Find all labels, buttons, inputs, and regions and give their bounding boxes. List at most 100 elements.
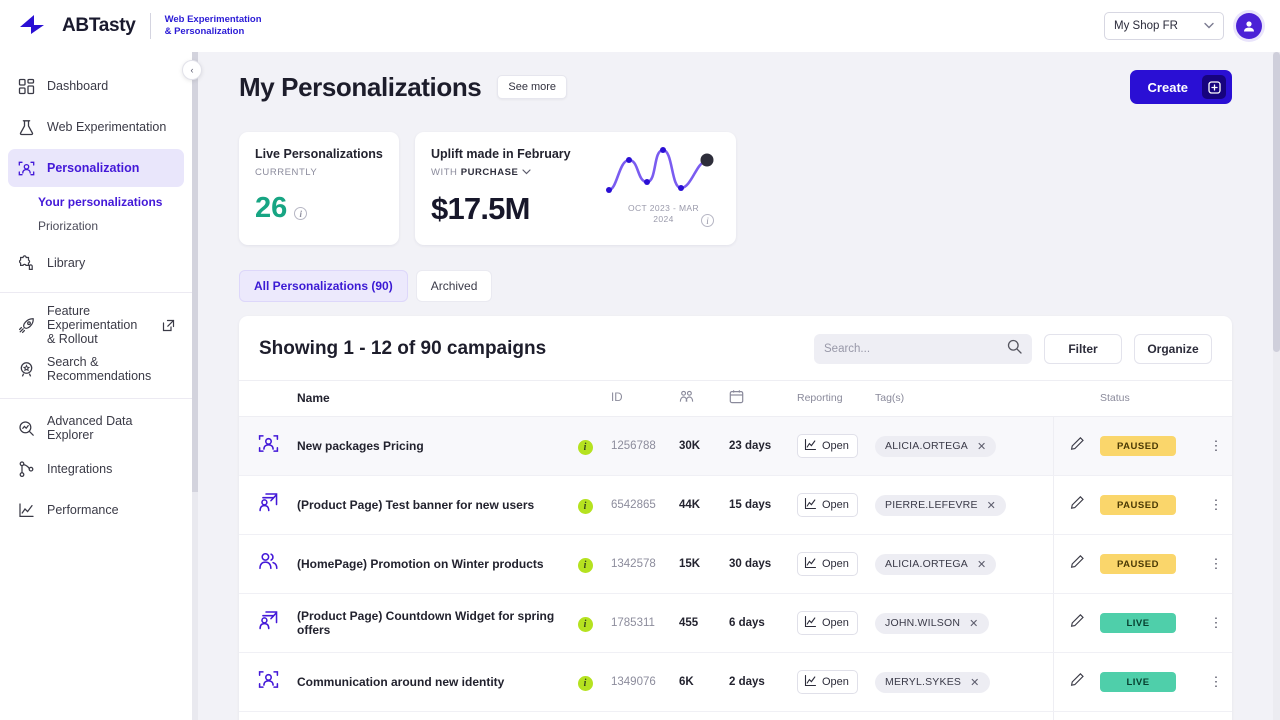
sidebar-collapse-button[interactable]: ‹ [182, 60, 202, 80]
sidebar-item-dashboard[interactable]: Dashboard [8, 67, 184, 105]
tag-chip[interactable]: PIERRE.LEFEVRE ✕ [875, 494, 1007, 516]
table-tools: Filter Organize [814, 334, 1212, 364]
search-icon[interactable] [1007, 339, 1022, 359]
close-icon[interactable]: ✕ [969, 617, 978, 630]
kebab-menu-icon[interactable]: ⋮ [1210, 438, 1223, 453]
brand-tagline-line1: Web Experimentation [164, 14, 262, 25]
tab-archived[interactable]: Archived [415, 270, 493, 302]
performance-icon [17, 501, 35, 519]
status-badge[interactable]: LIVE [1100, 672, 1176, 692]
row-reporting-cell: Open [797, 534, 875, 594]
personalization-frame-icon [258, 671, 279, 694]
tag-label: ALICIA.ORTEGA [885, 558, 968, 570]
search-box[interactable] [814, 334, 1032, 364]
table-row[interactable]: i [239, 711, 1232, 720]
row-name[interactable] [297, 711, 559, 720]
pencil-icon[interactable] [1070, 495, 1085, 514]
row-name[interactable]: (HomePage) Promotion on Winter products [297, 534, 559, 594]
brand-logo[interactable]: ABTasty Web Experimentation & Personaliz… [18, 13, 262, 40]
close-icon[interactable]: ✕ [970, 676, 979, 689]
avatar[interactable] [1236, 13, 1262, 39]
row-name[interactable]: (Product Page) Test banner for new users [297, 475, 559, 535]
search-input[interactable] [824, 343, 1007, 355]
sidebar-item-feature-experimentation[interactable]: Feature Experimentation & Rollout [8, 303, 184, 347]
status-badge[interactable]: PAUSED [1100, 495, 1176, 515]
row-type-cell [239, 711, 297, 720]
close-icon[interactable]: ✕ [977, 558, 986, 571]
col-status[interactable]: Status [1100, 380, 1200, 417]
info-badge-icon[interactable]: i [577, 499, 593, 514]
filter-button[interactable]: Filter [1044, 334, 1122, 364]
close-icon[interactable]: ✕ [987, 499, 996, 512]
table-row[interactable]: Communication around new identity i 1349… [239, 652, 1232, 712]
table-row[interactable]: (Product Page) Countdown Widget for spri… [239, 593, 1232, 653]
tab-all-personalizations[interactable]: All Personalizations (90) [239, 270, 408, 302]
sidebar-item-personalization[interactable]: Personalization [8, 149, 184, 187]
info-icon[interactable]: i [294, 207, 308, 220]
pencil-icon[interactable] [1070, 613, 1085, 632]
kebab-menu-icon[interactable]: ⋮ [1210, 497, 1223, 512]
close-icon[interactable]: ✕ [977, 440, 986, 453]
sidebar-item-label: Integrations [47, 462, 113, 476]
chevron-down-icon[interactable] [522, 167, 531, 178]
open-report-button[interactable]: Open [797, 670, 858, 694]
sidebar-item-web-experimentation[interactable]: Web Experimentation [8, 108, 184, 146]
kebab-menu-icon[interactable]: ⋮ [1210, 674, 1223, 689]
pencil-icon[interactable] [1070, 436, 1085, 455]
sidebar-item-integrations[interactable]: Integrations [8, 450, 184, 488]
table-row[interactable]: (Product Page) Test banner for new users… [239, 475, 1232, 535]
row-name[interactable]: Communication around new identity [297, 652, 559, 712]
status-badge[interactable]: LIVE [1100, 613, 1176, 633]
table-row[interactable]: New packages Pricing i 1256788 30K 23 da… [239, 416, 1232, 476]
open-report-button[interactable]: Open [797, 434, 858, 458]
row-name[interactable]: (Product Page) Countdown Widget for spri… [297, 593, 559, 653]
page-scrollbar[interactable] [1273, 52, 1280, 720]
kebab-menu-icon[interactable]: ⋮ [1210, 556, 1223, 571]
sidebar-item-performance[interactable]: Performance [8, 491, 184, 529]
external-link-icon[interactable] [162, 319, 175, 332]
live-personalizations-card: Live Personalizations CURRENTLY 26 i [239, 132, 399, 245]
shop-selector[interactable]: My Shop FR [1104, 12, 1224, 40]
sidebar-item-priorization[interactable]: Priorization [0, 214, 192, 238]
row-type-cell [239, 534, 297, 594]
sidebar-item-your-personalizations[interactable]: Your personalizations [0, 190, 192, 214]
col-duration[interactable] [729, 380, 797, 417]
kebab-menu-icon[interactable]: ⋮ [1210, 615, 1223, 630]
multi-page-user-icon [258, 611, 279, 635]
status-badge[interactable]: PAUSED [1100, 554, 1176, 574]
sidebar-item-search-recommendations[interactable]: Search & Recommendations [8, 350, 184, 388]
open-report-button[interactable]: Open [797, 552, 858, 576]
status-badge[interactable]: PAUSED [1100, 436, 1176, 456]
create-button[interactable]: Create [1129, 70, 1232, 104]
open-report-button[interactable]: Open [797, 611, 858, 635]
sidebar-item-advanced-data-explorer[interactable]: Advanced Data Explorer [8, 409, 184, 447]
organize-button[interactable]: Organize [1134, 334, 1212, 364]
pencil-icon[interactable] [1070, 672, 1085, 691]
table-row[interactable]: (HomePage) Promotion on Winter products … [239, 534, 1232, 594]
sidebar-item-library[interactable]: Library [8, 244, 184, 282]
open-report-button[interactable]: Open [797, 493, 858, 517]
info-badge-icon[interactable]: i [577, 676, 593, 691]
info-badge-icon[interactable]: i [577, 558, 593, 573]
info-badge-icon[interactable]: i [577, 617, 593, 632]
row-badge-cell: i [559, 593, 611, 653]
see-more-button[interactable]: See more [497, 75, 568, 99]
tag-chip[interactable]: MERYL.SYKES ✕ [875, 671, 990, 693]
col-id[interactable]: ID [611, 380, 679, 417]
chart-line-icon [804, 674, 817, 690]
col-tags[interactable]: Tag(s) [875, 380, 1053, 417]
open-report-label: Open [822, 440, 849, 452]
info-badge-icon[interactable]: i [577, 440, 593, 455]
tag-chip[interactable]: ALICIA.ORTEGA ✕ [875, 435, 997, 457]
pencil-icon[interactable] [1070, 554, 1085, 573]
info-icon[interactable]: i [701, 214, 714, 227]
col-reporting[interactable]: Reporting [797, 380, 875, 417]
row-id: 1349076 [611, 652, 679, 712]
col-badge [559, 380, 611, 417]
col-name[interactable]: Name [297, 380, 559, 417]
tag-chip[interactable]: JOHN.WILSON ✕ [875, 612, 989, 634]
tag-chip[interactable]: ALICIA.ORTEGA ✕ [875, 553, 997, 575]
col-visitors[interactable] [679, 380, 729, 417]
multi-page-user-icon [258, 493, 279, 517]
row-name[interactable]: New packages Pricing [297, 416, 559, 476]
